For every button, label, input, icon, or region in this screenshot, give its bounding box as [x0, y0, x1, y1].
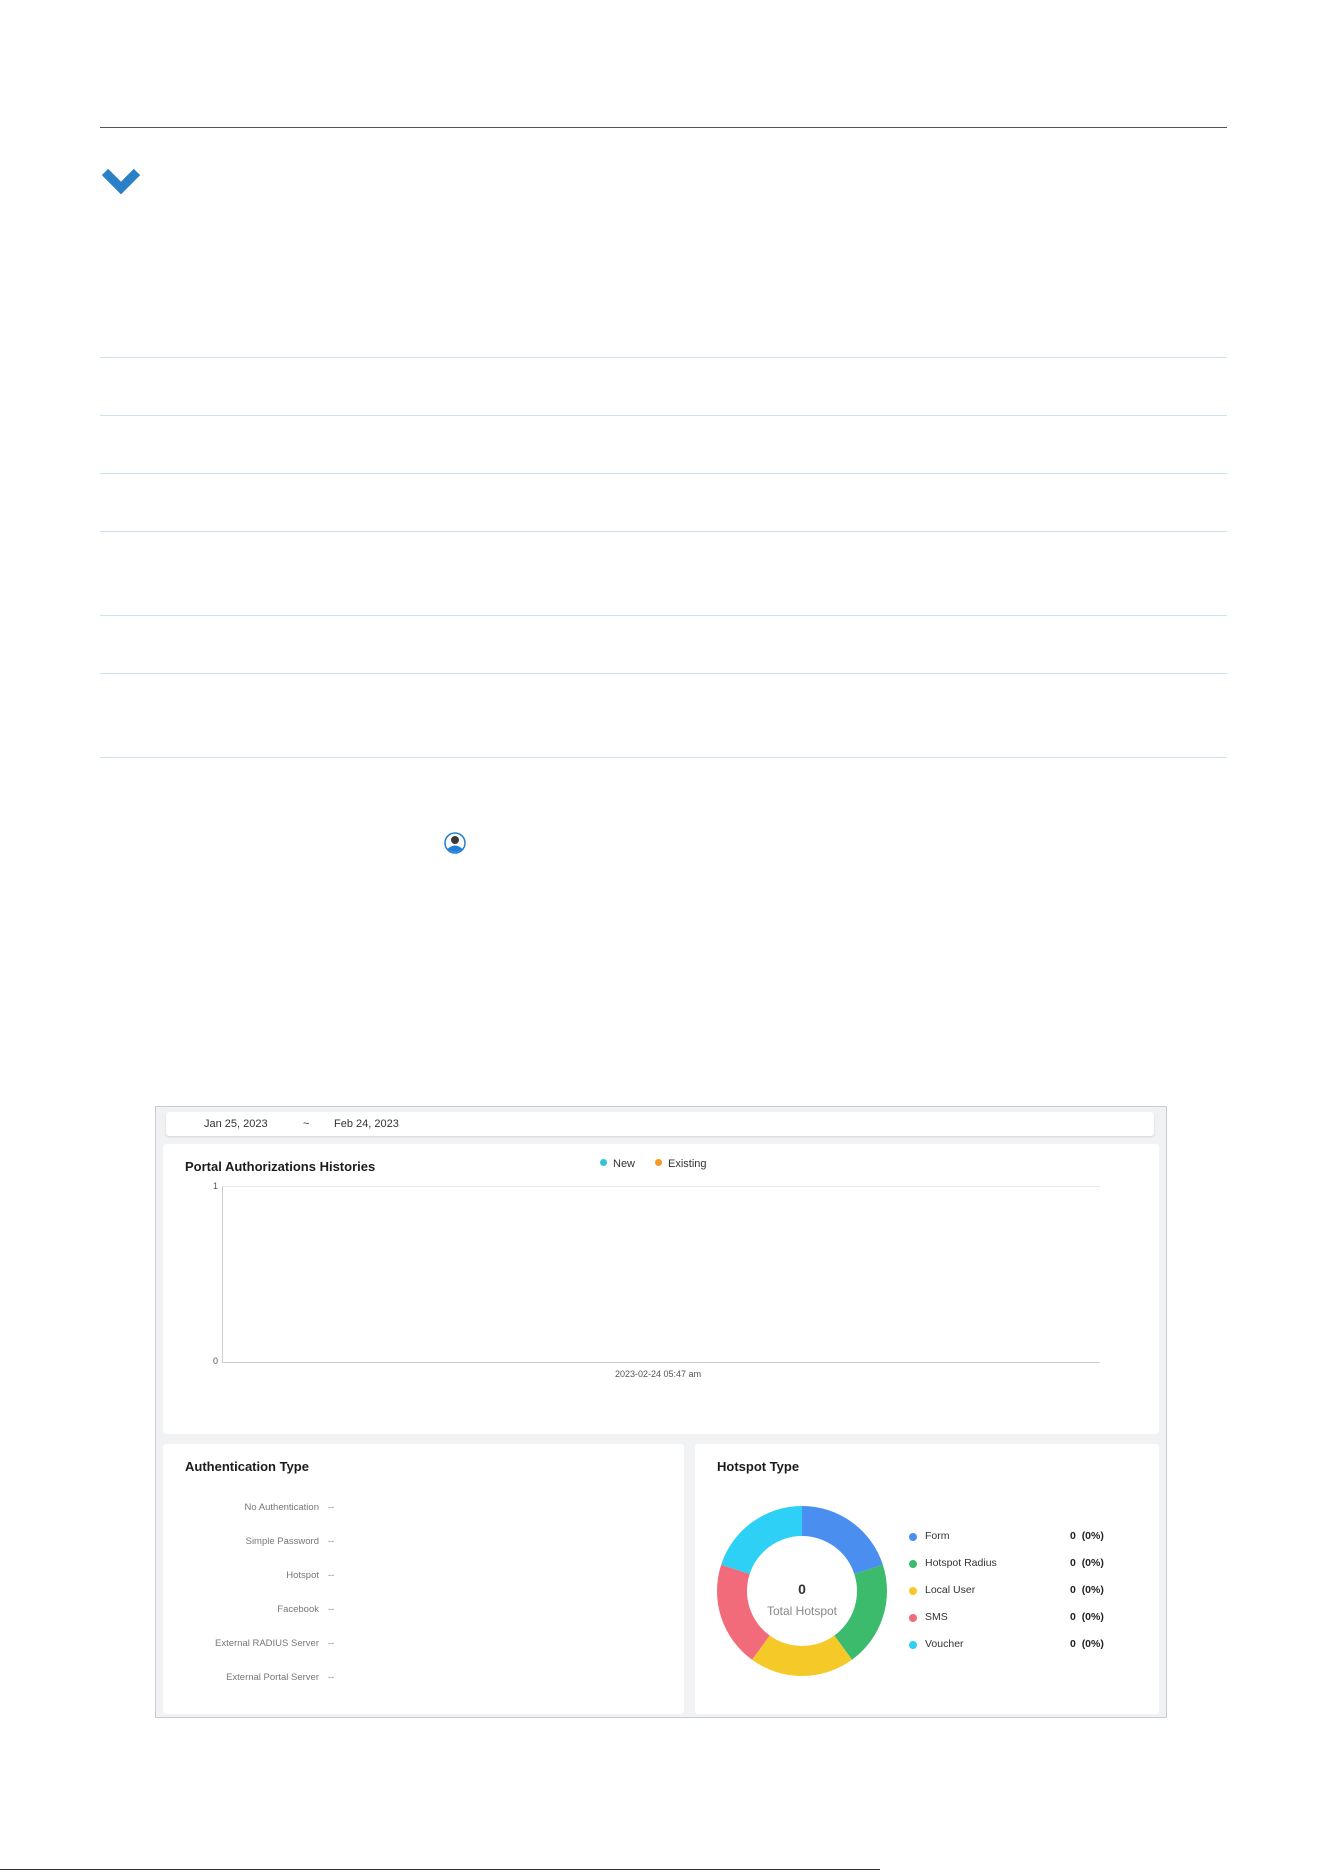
auth-value-external-portal: --	[328, 1672, 335, 1683]
donut-segment-form[interactable]	[802, 1506, 883, 1575]
auth-type-title: Authentication Type	[185, 1459, 309, 1474]
table-row-divider	[100, 473, 1227, 474]
table-row-divider	[100, 357, 1227, 358]
legend-local-user-dot	[909, 1587, 917, 1595]
legend-sms-value: 0 (0%)	[1070, 1611, 1104, 1623]
legend-voucher-label: Voucher	[925, 1638, 964, 1650]
x-tick-label: 2023-02-24 05:47 am	[615, 1369, 702, 1379]
legend-form-value: 0 (0%)	[1070, 1530, 1104, 1542]
auth-label-no-auth: No Authentication	[244, 1502, 319, 1513]
donut-total-value: 0	[798, 1581, 806, 1597]
legend-new[interactable]: New	[600, 1158, 635, 1170]
legend-local-user-value: 0 (0%)	[1070, 1584, 1104, 1596]
legend-form-label: Form	[925, 1530, 950, 1542]
donut-segment-voucher[interactable]	[721, 1506, 802, 1575]
y-tick-max: 1	[213, 1181, 219, 1191]
legend-existing[interactable]: Existing	[655, 1158, 707, 1170]
auth-value-hotspot: --	[328, 1570, 335, 1581]
table-row-divider	[100, 673, 1227, 674]
auth-label-external-portal: External Portal Server	[226, 1672, 319, 1683]
date-range-picker[interactable]: Jan 25, 2023 ~ Feb 24, 2023	[166, 1112, 1154, 1136]
legend-existing-dot	[655, 1159, 662, 1166]
legend-hotspot-radius-dot	[909, 1560, 917, 1568]
auth-label-hotspot: Hotspot	[286, 1570, 319, 1581]
auth-label-external-radius: External RADIUS Server	[214, 1638, 319, 1649]
chevron-down-icon[interactable]	[100, 166, 142, 198]
table-row-divider	[100, 415, 1227, 416]
hotspot-type-card: Hotspot Type 0 Total Hotspot Form 0 (0%)…	[695, 1444, 1159, 1714]
date-separator: ~	[303, 1118, 310, 1130]
footer-divider	[0, 1869, 880, 1870]
auth-type-card: Authentication Type No Authentication --…	[163, 1444, 684, 1714]
auth-value-external-radius: --	[328, 1638, 335, 1649]
legend-sms-label: SMS	[925, 1611, 948, 1623]
history-card: Portal Authorizations Histories New Exis…	[163, 1144, 1159, 1434]
auth-label-facebook: Facebook	[277, 1604, 319, 1615]
auth-value-facebook: --	[328, 1604, 335, 1615]
top-divider	[100, 127, 1227, 128]
date-end: Feb 24, 2023	[334, 1118, 399, 1130]
user-icon[interactable]	[444, 832, 466, 854]
donut-segment-local-user[interactable]	[752, 1635, 852, 1676]
auth-value-no-auth: --	[328, 1502, 335, 1513]
hotspot-type-title: Hotspot Type	[717, 1459, 800, 1474]
legend-existing-label: Existing	[668, 1158, 707, 1170]
history-title: Portal Authorizations Histories	[185, 1159, 376, 1174]
x-axis	[222, 1362, 1100, 1363]
donut-total-label: Total Hotspot	[766, 1604, 838, 1618]
table-row-divider	[100, 615, 1227, 616]
legend-new-dot	[600, 1159, 607, 1166]
legend-form-dot	[909, 1533, 917, 1541]
table-row-divider	[100, 531, 1227, 532]
grid-line-top	[222, 1186, 1100, 1187]
auth-label-simple-password: Simple Password	[245, 1536, 319, 1547]
auth-value-simple-password: --	[328, 1536, 335, 1547]
y-axis	[222, 1186, 223, 1362]
dashboard-screenshot: Jan 25, 2023 ~ Feb 24, 2023 Portal Autho…	[155, 1106, 1167, 1718]
legend-hotspot-radius-value: 0 (0%)	[1070, 1557, 1104, 1569]
legend-sms-dot	[909, 1614, 917, 1622]
legend-local-user-label: Local User	[925, 1584, 976, 1596]
legend-voucher-dot	[909, 1641, 917, 1649]
y-tick-min: 0	[213, 1356, 219, 1366]
date-start: Jan 25, 2023	[204, 1118, 268, 1130]
legend-new-label: New	[613, 1158, 636, 1170]
legend-hotspot-radius-label: Hotspot Radius	[925, 1557, 997, 1569]
legend-voucher-value: 0 (0%)	[1070, 1638, 1104, 1650]
table-row-divider	[100, 757, 1227, 758]
